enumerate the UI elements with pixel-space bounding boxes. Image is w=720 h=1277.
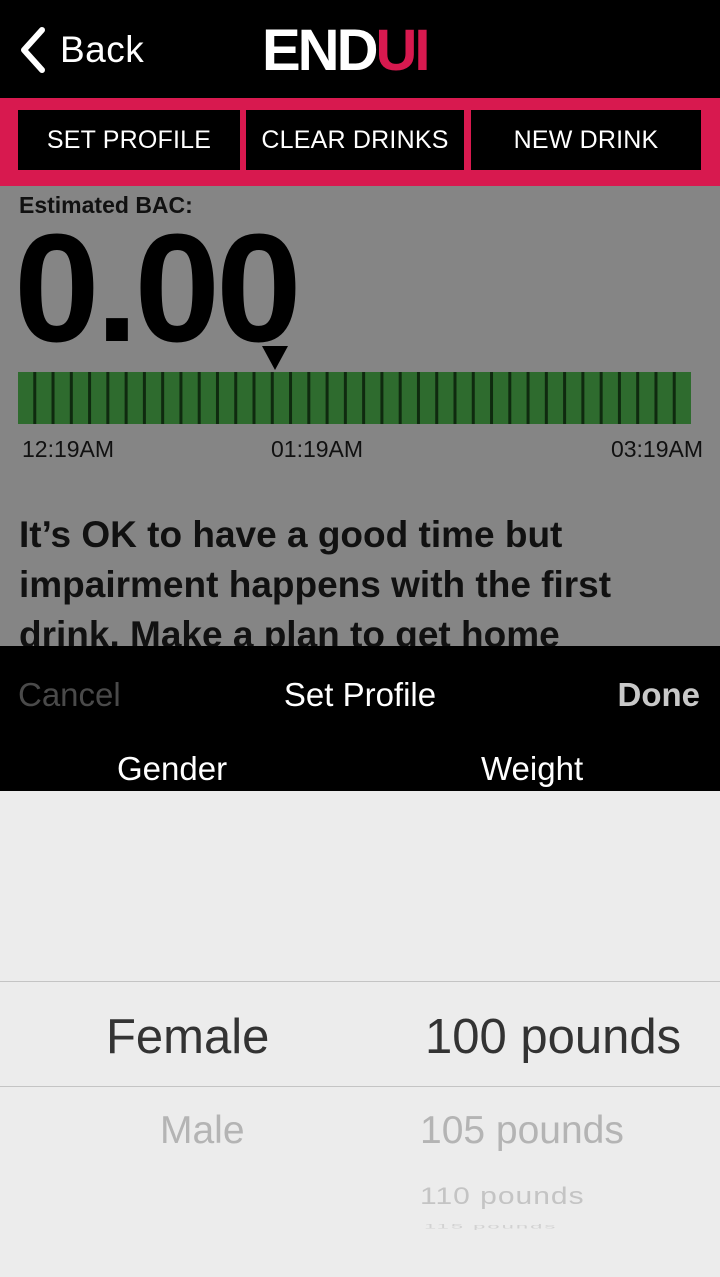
timeline-segment [346, 372, 363, 424]
timeline-segment [547, 372, 564, 424]
back-button[interactable]: Back [18, 24, 144, 76]
timeline-segment [91, 372, 107, 424]
timeline-segment [255, 372, 271, 424]
timeline-segment [292, 372, 308, 424]
timeline-segment [529, 372, 545, 424]
nav-bar: Back END UI [0, 0, 720, 98]
timeline-segment [109, 372, 125, 424]
weight-option[interactable]: 105 pounds [420, 1109, 624, 1153]
done-button[interactable]: Done [618, 676, 701, 714]
timeline-segment [237, 372, 253, 424]
selection-bottom-line [0, 1086, 720, 1087]
bac-panel: Estimated BAC: 0.00 12:19AM 01:19AM 03:1… [0, 186, 720, 646]
clear-drinks-button[interactable]: CLEAR DRINKS [246, 110, 464, 170]
action-bar: SET PROFILE CLEAR DRINKS NEW DRINK [0, 98, 720, 186]
timeline-segment [383, 372, 399, 424]
timeline-segment [602, 372, 618, 424]
gender-column-label: Gender [117, 750, 228, 787]
time-start: 12:19AM [22, 436, 115, 462]
timeline-segment [365, 372, 381, 424]
weight-option-selected[interactable]: 100 pounds [425, 1009, 681, 1065]
logo-ui: UI [375, 17, 430, 83]
timeline-segment [310, 372, 326, 424]
timeline-segment [72, 372, 89, 424]
timeline-segment [54, 372, 70, 424]
timeline-segment [164, 372, 180, 424]
timeline-segment [456, 372, 472, 424]
timeline-segment [401, 372, 417, 424]
profile-picker[interactable]: Female Male 100 pounds 105 pounds 110 po… [0, 791, 720, 1277]
timeline-segment [639, 372, 655, 424]
timeline-segment [328, 372, 344, 424]
picker-title: Set Profile [283, 676, 437, 713]
timeline-segment [127, 372, 143, 424]
timeline-segment [511, 372, 527, 424]
timeline-segment [493, 372, 509, 424]
weight-option[interactable]: 115 pounds [424, 1223, 557, 1230]
selection-top-line [0, 981, 720, 982]
bac-timeline [18, 372, 691, 424]
timeline-segment [145, 372, 162, 424]
time-end: 03:19AM [610, 436, 703, 462]
time-mid: 01:19AM [271, 436, 364, 462]
timeline-segment [438, 372, 454, 424]
timeline-segment [182, 372, 198, 424]
timeline-segment [419, 372, 436, 424]
timeline-segment [218, 372, 235, 424]
timeline-segment [474, 372, 491, 424]
timeline-segment [18, 372, 34, 424]
picker-toolbar: Cancel Set Profile Done Gender Weight [0, 646, 720, 791]
chevron-left-icon [21, 27, 45, 73]
timeline-segment [273, 372, 290, 424]
timeline-segment [200, 372, 216, 424]
timeline-segment [584, 372, 600, 424]
timeline-segment [620, 372, 637, 424]
set-profile-button[interactable]: SET PROFILE [18, 110, 240, 170]
timeline-segment [675, 372, 691, 424]
new-drink-button[interactable]: NEW DRINK [471, 110, 701, 170]
logo-end: END [262, 17, 378, 83]
app-logo: END UI [262, 18, 430, 83]
current-time-marker-icon [262, 346, 288, 370]
timeline-segment [566, 372, 582, 424]
timeline-segment [36, 372, 52, 424]
weight-column-label: Weight [481, 750, 584, 787]
gender-option-selected[interactable]: Female [106, 1009, 269, 1065]
warning-message: It’s OK to have a good time but impairme… [19, 514, 612, 646]
back-label: Back [60, 29, 145, 70]
weight-option[interactable]: 110 pounds [420, 1183, 585, 1210]
bac-value: 0.00 [14, 202, 302, 374]
timeline-segment [657, 372, 673, 424]
gender-option[interactable]: Male [160, 1109, 245, 1153]
